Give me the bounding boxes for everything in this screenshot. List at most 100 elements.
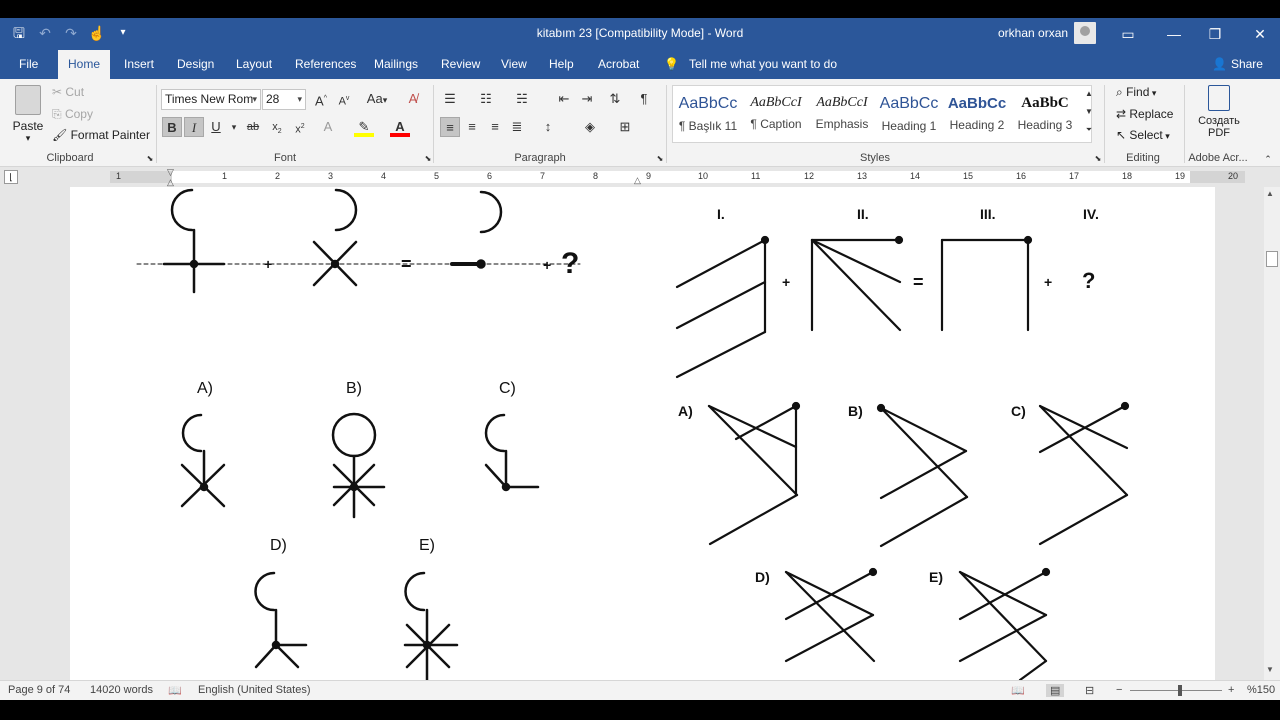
zoom-out-icon[interactable]: −	[1116, 684, 1122, 696]
tab-file[interactable]: File	[11, 50, 46, 79]
collapse-ribbon-icon[interactable]: ⌃	[1258, 149, 1278, 169]
ruler-indent-marker[interactable]: ▽ △	[167, 167, 177, 187]
right-option-b-figure	[876, 403, 969, 548]
clipboard-launcher-icon[interactable]: ⬊	[140, 149, 160, 169]
avatar[interactable]	[1074, 22, 1096, 44]
create-pdf-button[interactable]: Создать PDF	[1192, 85, 1246, 139]
style-heading-1[interactable]: AaBbCc Heading 1	[875, 87, 943, 141]
tell-me-search[interactable]: 💡 Tell me what you want to do	[664, 50, 837, 79]
highlight-icon[interactable]: ✎	[354, 117, 374, 137]
user-name[interactable]: orkhan orxan	[998, 26, 1068, 40]
paste-button[interactable]: Paste ▾	[10, 85, 46, 147]
read-mode-icon[interactable]: 📖	[1011, 684, 1025, 697]
borders-icon[interactable]: ⊞	[615, 117, 635, 137]
multilevel-list-icon[interactable]: ☵	[512, 89, 532, 109]
restore-icon[interactable]: ❐	[1205, 24, 1225, 44]
zoom-in-icon[interactable]: +	[1228, 684, 1234, 696]
zoom-slider-thumb[interactable]	[1178, 685, 1182, 696]
page-count[interactable]: Page 9 of 74	[8, 684, 70, 696]
tab-insert[interactable]: Insert	[116, 50, 162, 79]
scrollbar-thumb[interactable]	[1266, 251, 1278, 267]
find-button[interactable]: ⌕ Find ▾	[1116, 85, 1156, 100]
line-spacing-icon[interactable]: ↕	[538, 117, 558, 137]
language-indicator[interactable]: English (United States)	[198, 684, 311, 696]
superscript-button[interactable]: x2	[290, 117, 310, 137]
styles-scroll-up-icon[interactable]: ▲	[1079, 87, 1099, 101]
select-label: Select	[1129, 128, 1163, 142]
text-effects-icon[interactable]: A	[318, 117, 338, 137]
shrink-font-icon[interactable]: Av	[334, 89, 354, 109]
underline-dropdown-icon[interactable]: ▾	[224, 117, 244, 137]
align-right-icon[interactable]: ≡	[485, 117, 505, 137]
vertical-scrollbar[interactable]: ▲ ▼	[1264, 187, 1280, 680]
font-size-combo[interactable]: 28	[262, 89, 306, 110]
select-button[interactable]: ↖ Select ▾	[1116, 128, 1170, 142]
document-page[interactable]: + = + ? A) B) C) D) E) I. II. III. IV. +…	[70, 187, 1215, 680]
minimize-icon[interactable]: —	[1164, 24, 1184, 44]
bold-button[interactable]: B	[162, 117, 182, 137]
ruler-number: 7	[540, 171, 546, 181]
tab-design[interactable]: Design	[169, 50, 222, 79]
close-icon[interactable]: ✕	[1250, 24, 1270, 44]
replace-button[interactable]: ⇄ Replace	[1116, 107, 1173, 121]
ribbon-display-options-icon[interactable]: ▭	[1118, 24, 1138, 44]
decrease-indent-icon[interactable]: ⇤	[554, 89, 574, 109]
format-painter-button[interactable]: 🖌 Format Painter	[52, 128, 150, 142]
tab-review[interactable]: Review	[433, 50, 488, 79]
scroll-up-icon[interactable]: ▲	[1266, 189, 1274, 198]
style-heading-2[interactable]: AaBbCc Heading 2	[943, 87, 1011, 141]
subscript-button[interactable]: x2	[267, 117, 287, 137]
clipboard-icon	[15, 85, 41, 115]
web-layout-icon[interactable]: ⊟	[1085, 684, 1094, 697]
grow-font-icon[interactable]: A^	[311, 89, 331, 109]
shading-icon[interactable]: ◈	[580, 117, 600, 137]
align-left-icon[interactable]: ≡	[440, 117, 460, 137]
styles-launcher-icon[interactable]: ⬊	[1088, 149, 1108, 169]
scroll-down-icon[interactable]: ▼	[1266, 665, 1274, 674]
strikethrough-button[interactable]: ab	[243, 117, 263, 137]
paste-dropdown-icon[interactable]: ▾	[10, 133, 46, 144]
sort-icon[interactable]: ⇅	[605, 89, 625, 109]
styles-more-icon[interactable]: ⏷	[1079, 123, 1099, 137]
font-color-icon[interactable]: A	[390, 117, 410, 137]
horizontal-ruler[interactable]: ⌊ 1 1 2 3 4 5 6 7 8 9 10 11 12 13 14 15 …	[0, 167, 1280, 187]
font-name-combo[interactable]: Times New Rom	[161, 89, 261, 110]
tab-mailings[interactable]: Mailings	[366, 50, 426, 79]
style-caption[interactable]: AaBbCcI ¶ Caption	[742, 87, 810, 141]
style-emphasis[interactable]: AaBbCcI Emphasis	[808, 87, 876, 141]
bullets-icon[interactable]: ☰	[440, 89, 460, 109]
italic-button[interactable]: I	[184, 117, 204, 137]
style-heading-3[interactable]: AaBbC Heading 3	[1011, 87, 1079, 141]
tab-view[interactable]: View	[493, 50, 535, 79]
cut-button[interactable]: ✂ Cut	[52, 85, 84, 99]
justify-icon[interactable]: ≣	[507, 117, 527, 137]
styles-scroll-down-icon[interactable]: ▼	[1079, 105, 1099, 119]
print-layout-icon[interactable]: ▤	[1046, 684, 1065, 697]
align-center-icon[interactable]: ≡	[462, 117, 482, 137]
share-button[interactable]: 👤 Share	[1212, 50, 1263, 79]
paragraph-launcher-icon[interactable]: ⬊	[650, 149, 670, 169]
style-baslik-11[interactable]: AaBbCc ¶ Başlık 11	[674, 87, 742, 141]
clear-formatting-icon[interactable]: A̸	[403, 89, 423, 109]
tab-layout[interactable]: Layout	[228, 50, 280, 79]
word-count[interactable]: 14020 words	[90, 684, 153, 696]
tab-home[interactable]: Home	[58, 50, 111, 79]
tab-references[interactable]: References	[287, 50, 364, 79]
tab-selector[interactable]: ⌊	[4, 170, 18, 184]
zoom-slider-track[interactable]	[1130, 690, 1222, 691]
ruler-right-indent-marker[interactable]: △	[634, 175, 641, 186]
tab-help[interactable]: Help	[541, 50, 582, 79]
numbering-icon[interactable]: ☷	[476, 89, 496, 109]
tab-acrobat[interactable]: Acrobat	[590, 50, 647, 79]
copy-button[interactable]: ⎘ Copy	[52, 107, 93, 122]
show-marks-icon[interactable]: ¶	[634, 89, 654, 109]
increase-indent-icon[interactable]: ⇥	[577, 89, 597, 109]
right-header-2: II.	[857, 206, 869, 222]
proofing-icon[interactable]: 📖	[168, 684, 182, 697]
style-sample: AaBbCcI	[816, 95, 868, 110]
left-option-a-label: A)	[197, 380, 213, 397]
zoom-level[interactable]: %150	[1247, 684, 1275, 696]
font-launcher-icon[interactable]: ⬊	[418, 149, 438, 169]
underline-button[interactable]: U	[206, 117, 226, 137]
change-case-button[interactable]: Aa▾	[362, 89, 392, 109]
